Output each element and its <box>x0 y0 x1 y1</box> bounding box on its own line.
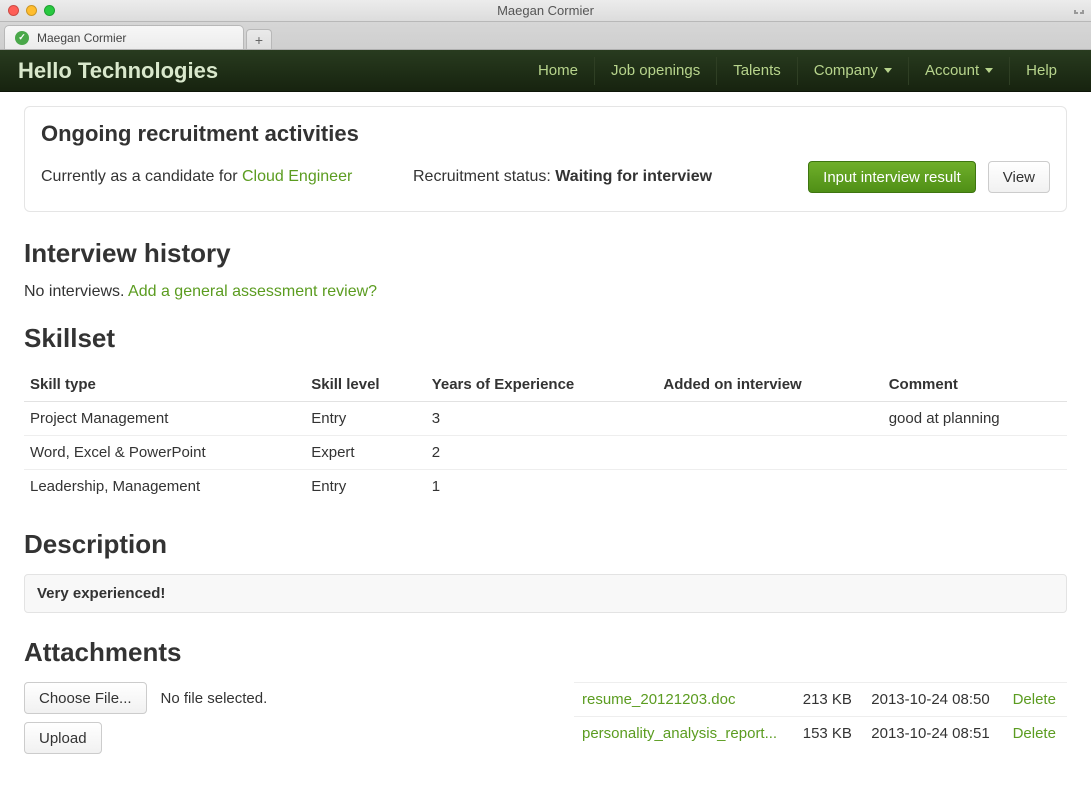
chevron-down-icon <box>884 68 892 73</box>
no-file-selected-text: No file selected. <box>161 690 268 707</box>
attachments-heading: Attachments <box>24 637 1067 668</box>
browser-tab-label: Maegan Cormier <box>37 31 126 45</box>
skill-table: Skill type Skill level Years of Experien… <box>24 368 1067 503</box>
input-interview-result-button[interactable]: Input interview result <box>808 161 976 193</box>
attachments-upload-area: Choose File... No file selected. Upload <box>24 682 544 754</box>
nav-jobs[interactable]: Job openings <box>595 57 717 85</box>
ongoing-status-text: Recruitment status: Waiting for intervie… <box>413 168 796 186</box>
attachment-delete-link[interactable]: Delete <box>1005 717 1067 751</box>
attachment-size: 213 KB <box>795 683 864 717</box>
ongoing-position-link[interactable]: Cloud Engineer <box>242 168 352 185</box>
description-heading: Description <box>24 529 1067 560</box>
window-corner-icon <box>1073 3 1085 18</box>
attachment-delete-link[interactable]: Delete <box>1005 683 1067 717</box>
attachments-table: resume_20121203.doc 213 KB 2013-10-24 08… <box>574 682 1067 750</box>
zoom-window-button[interactable] <box>44 5 55 16</box>
browser-tabbar: ✓ Maegan Cormier + <box>0 22 1091 50</box>
col-years: Years of Experience <box>426 368 658 402</box>
app-navbar: Hello Technologies Home Job openings Tal… <box>0 50 1091 92</box>
window-titlebar: Maegan Cormier <box>0 0 1091 22</box>
table-row: Project Management Entry 3 good at plann… <box>24 402 1067 436</box>
description-body: Very experienced! <box>24 574 1067 613</box>
window-title: Maegan Cormier <box>0 3 1091 18</box>
add-assessment-link[interactable]: Add a general assessment review? <box>128 283 377 300</box>
table-row: Word, Excel & PowerPoint Expert 2 <box>24 436 1067 470</box>
attachment-link[interactable]: personality_analysis_report... <box>582 725 777 742</box>
attachment-size: 153 KB <box>795 717 864 751</box>
attachment-link[interactable]: resume_20121203.doc <box>582 691 735 708</box>
interview-history-empty: No interviews. Add a general assessment … <box>24 283 1067 301</box>
skillset-heading: Skillset <box>24 323 1067 354</box>
browser-tab-active[interactable]: ✓ Maegan Cormier <box>4 25 244 49</box>
page-content: Ongoing recruitment activities Currently… <box>0 92 1091 803</box>
view-button[interactable]: View <box>988 161 1050 193</box>
table-row: resume_20121203.doc 213 KB 2013-10-24 08… <box>574 683 1067 717</box>
chevron-down-icon <box>985 68 993 73</box>
attachment-date: 2013-10-24 08:51 <box>863 717 1004 751</box>
table-row: personality_analysis_report... 153 KB 20… <box>574 717 1067 751</box>
nav-home[interactable]: Home <box>522 57 595 85</box>
col-skill-level: Skill level <box>305 368 425 402</box>
ongoing-candidate-text: Currently as a candidate for Cloud Engin… <box>41 168 401 186</box>
ongoing-heading: Ongoing recruitment activities <box>41 121 1050 147</box>
upload-button[interactable]: Upload <box>24 722 102 754</box>
col-comment: Comment <box>883 368 1067 402</box>
attachment-date: 2013-10-24 08:50 <box>863 683 1004 717</box>
choose-file-button[interactable]: Choose File... <box>24 682 147 714</box>
close-window-button[interactable] <box>8 5 19 16</box>
nav-help[interactable]: Help <box>1010 57 1073 85</box>
nav-links: Home Job openings Talents Company Accoun… <box>522 57 1073 85</box>
brand-logo[interactable]: Hello Technologies <box>18 58 218 84</box>
ongoing-panel: Ongoing recruitment activities Currently… <box>24 106 1067 212</box>
traffic-lights <box>0 5 55 16</box>
new-tab-button[interactable]: + <box>246 29 272 49</box>
nav-account[interactable]: Account <box>909 57 1010 85</box>
col-skill-type: Skill type <box>24 368 305 402</box>
nav-talents[interactable]: Talents <box>717 57 798 85</box>
col-added: Added on interview <box>657 368 882 402</box>
table-row: Leadership, Management Entry 1 <box>24 470 1067 504</box>
nav-company[interactable]: Company <box>798 57 909 85</box>
check-icon: ✓ <box>15 31 29 45</box>
interview-history-heading: Interview history <box>24 238 1067 269</box>
minimize-window-button[interactable] <box>26 5 37 16</box>
